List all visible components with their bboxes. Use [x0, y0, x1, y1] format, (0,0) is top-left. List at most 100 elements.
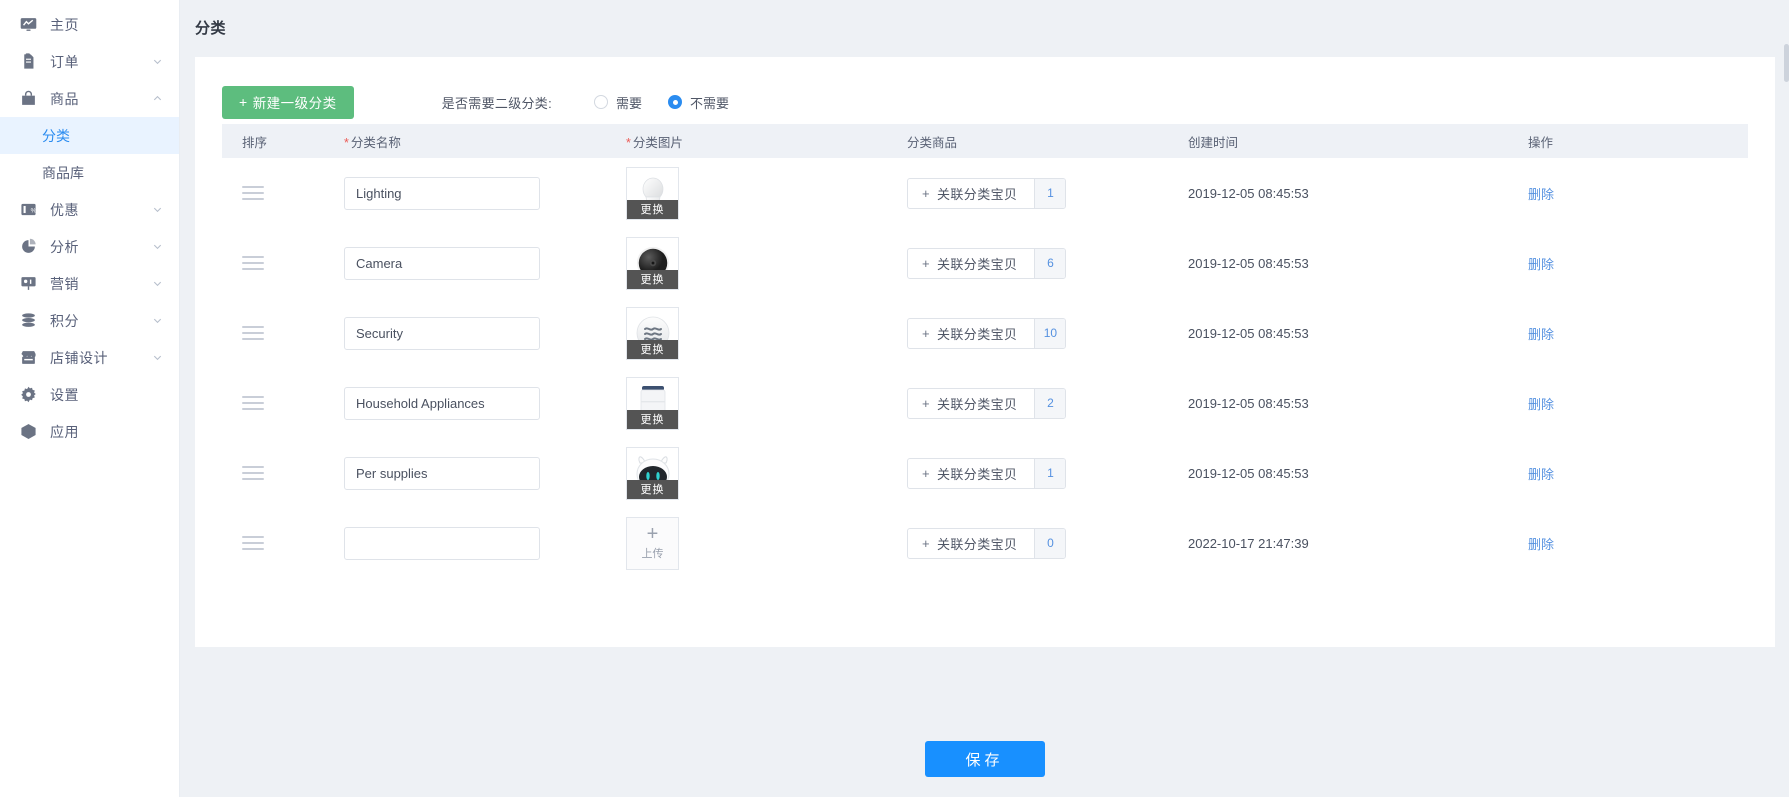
drag-handle-icon[interactable] [242, 326, 264, 340]
category-name-input[interactable] [344, 316, 540, 350]
radio-circle-icon [594, 95, 608, 109]
plus-icon: + [922, 325, 930, 341]
cell-name [344, 526, 626, 560]
delete-row-link[interactable]: 删除 [1528, 327, 1554, 342]
sidebar-item-discounts[interactable]: % 优惠 [0, 191, 179, 228]
associated-goods-count[interactable]: 6 [1034, 248, 1066, 278]
plus-icon: + [922, 395, 930, 411]
cell-name [344, 176, 626, 210]
cell-sort [222, 466, 344, 480]
sidebar-item-label: 营销 [50, 275, 79, 292]
sidebar-item-categories[interactable]: 分类 [0, 117, 179, 154]
associate-goods-label: 关联分类宝贝 [937, 396, 1018, 412]
cell-image: 更换 [626, 236, 907, 290]
drag-handle-icon[interactable] [242, 466, 264, 480]
associate-goods-button[interactable]: + 关联分类宝贝 1 [907, 457, 1067, 489]
sidebar-subitem-label: 商品库 [42, 164, 84, 181]
column-header-image: * 分类图片 [626, 135, 683, 150]
cell-goods: + 关联分类宝贝 1 [907, 177, 1188, 209]
table-row: + 上传 + 关联分类宝贝 0 2022-10-17 21:47:39 删除 [222, 508, 1748, 578]
replace-image-button[interactable]: 更换 [627, 339, 678, 359]
associated-goods-count[interactable]: 1 [1034, 458, 1066, 488]
cell-created-time: 2019-12-05 08:45:53 [1188, 465, 1309, 481]
replace-image-button[interactable]: 更换 [627, 269, 678, 289]
main-content: 分类 + 新建一级分类 是否需要二级分类: 需要 不需要 排序 * 分类名称 *… [180, 0, 1789, 797]
cell-sort [222, 326, 344, 340]
page-scrollbar[interactable] [1784, 0, 1789, 797]
sidebar-item-product-library[interactable]: 商品库 [0, 154, 179, 191]
associate-goods-button[interactable]: + 关联分类宝贝 6 [907, 247, 1067, 279]
discount-icon: % [18, 200, 38, 220]
sidebar-item-shop-design[interactable]: 店铺设计 [0, 339, 179, 376]
plus-icon: + [922, 185, 930, 201]
category-name-input[interactable] [344, 456, 540, 490]
category-name-input[interactable] [344, 246, 540, 280]
category-image-thumbnail[interactable]: 更换 [626, 306, 679, 360]
sidebar-item-settings[interactable]: 设置 [0, 376, 179, 413]
sidebar-item-label: 分析 [50, 238, 79, 255]
associated-goods-count[interactable]: 1 [1034, 178, 1066, 208]
sidebar-item-label: 设置 [50, 386, 79, 403]
cell-sort [222, 256, 344, 270]
sidebar-item-marketing[interactable]: 营销 [0, 265, 179, 302]
plus-icon: + [646, 522, 659, 545]
app-root: 主页 订单 商品 分类 商品库 % 优惠 分析 营销 积分 店铺设计 设置 应用… [0, 0, 1789, 797]
associated-goods-count[interactable]: 0 [1034, 528, 1066, 558]
sidebar-item-points[interactable]: 积分 [0, 302, 179, 339]
associate-goods-button[interactable]: + 关联分类宝贝 1 [907, 177, 1067, 209]
category-name-input[interactable] [344, 386, 540, 420]
delete-row-link[interactable]: 删除 [1528, 257, 1554, 272]
cell-sort [222, 396, 344, 410]
drag-handle-icon[interactable] [242, 536, 264, 550]
category-image-thumbnail[interactable]: 更换 [626, 166, 679, 220]
table-row: 更换 + 关联分类宝贝 6 2019-12-05 08:45:53 删除 [222, 228, 1748, 298]
category-name-input[interactable] [344, 526, 540, 560]
replace-image-button[interactable]: 更换 [627, 199, 678, 219]
save-button[interactable]: 保存 [924, 741, 1045, 777]
category-image-thumbnail[interactable]: 更换 [626, 376, 679, 430]
plus-icon: + [922, 465, 930, 481]
drag-handle-icon[interactable] [242, 186, 264, 200]
sidebar-item-home[interactable]: 主页 [0, 6, 179, 43]
new-top-category-button[interactable]: + 新建一级分类 [222, 85, 354, 119]
radio-option-need[interactable]: 需要 [594, 93, 642, 112]
table-row: 更换 + 关联分类宝贝 2 2019-12-05 08:45:53 删除 [222, 368, 1748, 438]
delete-row-link[interactable]: 删除 [1528, 467, 1554, 482]
associated-goods-count[interactable]: 2 [1034, 388, 1066, 418]
drag-handle-icon[interactable] [242, 256, 264, 270]
upload-image-button[interactable]: + 上传 [626, 516, 679, 570]
cell-created-time: 2019-12-05 08:45:53 [1188, 185, 1309, 201]
category-image-thumbnail[interactable]: 更换 [626, 236, 679, 290]
new-top-category-label: 新建一级分类 [252, 96, 337, 111]
sidebar-item-label: 优惠 [50, 201, 79, 218]
radio-option-label: 不需要 [690, 95, 730, 111]
cell-goods: + 关联分类宝贝 2 [907, 387, 1188, 419]
dashboard-icon [18, 15, 38, 35]
associated-goods-count[interactable]: 10 [1034, 318, 1066, 348]
replace-image-button[interactable]: 更换 [627, 479, 678, 499]
cell-action: 删除 [1470, 534, 1748, 553]
category-name-input[interactable] [344, 176, 540, 210]
sidebar-item-products[interactable]: 商品 [0, 80, 179, 117]
upload-label: 上传 [641, 547, 664, 560]
category-image-thumbnail[interactable]: 更换 [626, 446, 679, 500]
associate-goods-button[interactable]: + 关联分类宝贝 2 [907, 387, 1067, 419]
drag-handle-icon[interactable] [242, 396, 264, 410]
replace-image-button[interactable]: 更换 [627, 409, 678, 429]
scrollbar-thumb[interactable] [1784, 44, 1789, 82]
delete-row-link[interactable]: 删除 [1528, 397, 1554, 412]
associate-goods-button[interactable]: + 关联分类宝贝 10 [907, 317, 1067, 349]
cell-image: 更换 [626, 166, 907, 220]
radio-option-label: 需要 [616, 95, 643, 111]
sidebar-item-analytics[interactable]: 分析 [0, 228, 179, 265]
sidebar-item-apps[interactable]: 应用 [0, 413, 179, 450]
sidebar-item-orders[interactable]: 订单 [0, 43, 179, 80]
delete-row-link[interactable]: 删除 [1528, 187, 1554, 202]
table-body: 更换 + 关联分类宝贝 1 2019-12-05 08:45:53 删除 [222, 158, 1748, 578]
associate-goods-button[interactable]: + 关联分类宝贝 0 [907, 527, 1067, 559]
delete-row-link[interactable]: 删除 [1528, 537, 1554, 552]
sidebar-item-label: 主页 [50, 16, 79, 33]
cell-created-time: 2019-12-05 08:45:53 [1188, 255, 1309, 271]
settings-gear-icon [18, 385, 38, 405]
radio-option-not-need[interactable]: 不需要 [668, 93, 729, 112]
